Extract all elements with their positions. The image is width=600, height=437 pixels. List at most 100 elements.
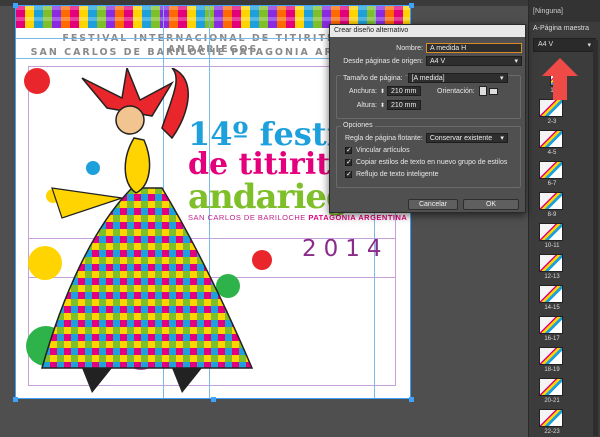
page-thumb-12-13[interactable]: 12-13 [539, 254, 565, 280]
create-alternate-layout-dialog: Crear diseño alternativo Nombre: A medid… [329, 24, 526, 213]
page-size-label: Tamaño de página: [341, 74, 405, 82]
page-thumb-image [539, 223, 563, 241]
link-stories-label: Vincular artículos [356, 147, 410, 154]
page-thumb-label: 6-7 [547, 181, 557, 187]
selection-handle-tl[interactable] [13, 3, 18, 8]
ok-button[interactable]: OK [463, 199, 519, 210]
page-thumb-label: 12-13 [544, 274, 560, 280]
checkmark-icon[interactable]: ✓ [345, 147, 352, 154]
year-text: 2014 [302, 236, 389, 262]
page-size-value: [A medida] [411, 74, 445, 82]
page-thumb-image [539, 316, 563, 334]
source-label: Desde páginas de origen: [343, 57, 423, 65]
height-input[interactable]: 210 mm [387, 100, 422, 110]
page-thumb-image [539, 347, 563, 365]
page-size-row: Tamaño de página: [A medida] ▾ [341, 73, 508, 83]
chevron-down-icon: ▾ [587, 42, 591, 49]
height-label: Altura: [356, 101, 377, 109]
selection-handle-bl[interactable] [13, 397, 18, 402]
page-thumb-label: 20-21 [544, 398, 560, 404]
width-row: Anchura: ⬍ 210 mm [341, 86, 422, 96]
selection-handle-tr[interactable] [409, 3, 414, 8]
page-thumb-image [539, 378, 563, 396]
width-label: Anchura: [348, 87, 377, 95]
master-page-label[interactable]: A-Página maestra [529, 22, 600, 36]
festival-title: 14º festival de titiriteros andariegos [188, 115, 402, 217]
page-thumb-label: 8-9 [547, 212, 557, 218]
name-input-value: A medida H [430, 44, 467, 52]
page-thumb-label: 14-15 [544, 305, 560, 311]
page-thumb-label: 10-11 [544, 243, 560, 249]
height-row: Altura: ⬍ 210 mm [341, 100, 422, 110]
subtitle-region: PATAGONIA ARGENTINA [308, 213, 408, 222]
page-thumb-6-7[interactable]: 6-7 [539, 161, 565, 187]
width-value: 210 mm [391, 87, 417, 95]
title-line-1: 14º festival [188, 115, 391, 153]
page-thumb-14-15[interactable]: 14-15 [539, 285, 565, 311]
page-thumb-image [539, 130, 563, 148]
copy-styles-row[interactable]: ✓ Copiar estilos de texto en nuevo grupo… [345, 159, 507, 166]
page-thumb-18-19[interactable]: 18-19 [539, 347, 565, 373]
source-pages-select[interactable]: A4 V ▾ [426, 56, 522, 66]
name-row: Nombre: A medida H [340, 43, 522, 53]
page-thumb-image [539, 409, 563, 427]
options-title: Opciones [341, 122, 375, 129]
page-thumb-2-3[interactable]: 2-3 [539, 99, 565, 125]
source-row: Desde páginas de origen: A4 V ▾ [340, 56, 522, 66]
options-group: Opciones Regla de página flotante: Conse… [336, 122, 521, 188]
page-thumb-22-23[interactable]: 22-23 [539, 409, 565, 435]
page-thumb-image [539, 254, 563, 272]
name-input[interactable]: A medida H [426, 43, 522, 53]
chevron-down-icon: ▾ [514, 58, 518, 65]
source-pages-value: A4 V [430, 57, 446, 65]
width-input[interactable]: 210 mm [387, 86, 422, 96]
checkmark-icon[interactable]: ✓ [345, 159, 352, 166]
page-thumb-20-21[interactable]: 20-21 [539, 378, 565, 404]
page-thumb-10-11[interactable]: 10-11 [539, 223, 565, 249]
subtitle-city: SAN CARLOS DE BARILOCHE [188, 213, 306, 222]
title-line-3: andariegos [188, 177, 390, 217]
stepper-icon[interactable]: ⬍ [380, 102, 385, 109]
page-size-group: Tamaño de página: [A medida] ▾ Anchura: … [336, 73, 521, 119]
page-thumb-image [539, 161, 563, 179]
page-thumb-label: 4-5 [547, 150, 557, 156]
link-stories-row[interactable]: ✓ Vincular artículos [345, 147, 410, 154]
page-thumb-image [539, 285, 563, 303]
subtitle: SAN CARLOS DE BARILOCHE PATAGONIA ARGENT… [188, 213, 407, 222]
page-thumb-8-9[interactable]: 8-9 [539, 192, 565, 218]
selection-handle-bottom[interactable] [211, 397, 216, 402]
page-thumb-label: 16-17 [544, 336, 560, 342]
selection-handle-br[interactable] [409, 397, 414, 402]
liquid-rule-label: Regla de página flotante: [345, 134, 423, 142]
copy-styles-label: Copiar estilos de texto en nuevo grupo d… [356, 159, 508, 166]
page-thumb-4-5[interactable]: 4-5 [539, 130, 565, 156]
page-thumb-label: 18-19 [544, 367, 560, 373]
page-thumb-label: 2-3 [547, 119, 557, 125]
smart-reflow-label: Reflujo de texto inteligente [356, 171, 439, 178]
page-thumb-16-17[interactable]: 16-17 [539, 316, 565, 342]
layout-size-value: A4 V [538, 41, 554, 48]
name-label: Nombre: [396, 44, 423, 52]
portrait-orientation-icon[interactable] [478, 86, 487, 96]
stepper-icon[interactable]: ⬍ [380, 88, 385, 95]
layout-size-select[interactable]: A4 V ▾ [533, 38, 596, 52]
liquid-rule-row: Regla de página flotante: Conservar exis… [345, 133, 508, 143]
title-line-2: de titiriteros [188, 147, 402, 182]
smart-reflow-row[interactable]: ✓ Reflujo de texto inteligente [345, 171, 439, 178]
liquid-rule-select[interactable]: Conservar existente ▾ [425, 133, 508, 143]
page-size-select[interactable]: [A medida] ▾ [407, 73, 508, 83]
liquid-rule-value: Conservar existente [429, 134, 493, 142]
landscape-orientation-icon[interactable] [488, 87, 498, 95]
panel-scrollbar[interactable] [593, 40, 598, 436]
page-thumb-image [539, 192, 563, 210]
cancel-button[interactable]: Cancelar [408, 199, 458, 210]
chevron-down-icon: ▾ [500, 75, 504, 82]
pages-none-label[interactable]: [Ninguna] [529, 0, 600, 22]
chevron-down-icon: ▾ [500, 135, 504, 142]
dialog-title: Crear diseño alternativo [330, 25, 525, 37]
checkmark-icon[interactable]: ✓ [345, 171, 352, 178]
height-value: 210 mm [391, 101, 417, 109]
orientation-label: Orientación: [437, 87, 475, 95]
orientation-row: Orientación: [437, 86, 498, 96]
page-thumb-label: 22-23 [544, 429, 560, 435]
